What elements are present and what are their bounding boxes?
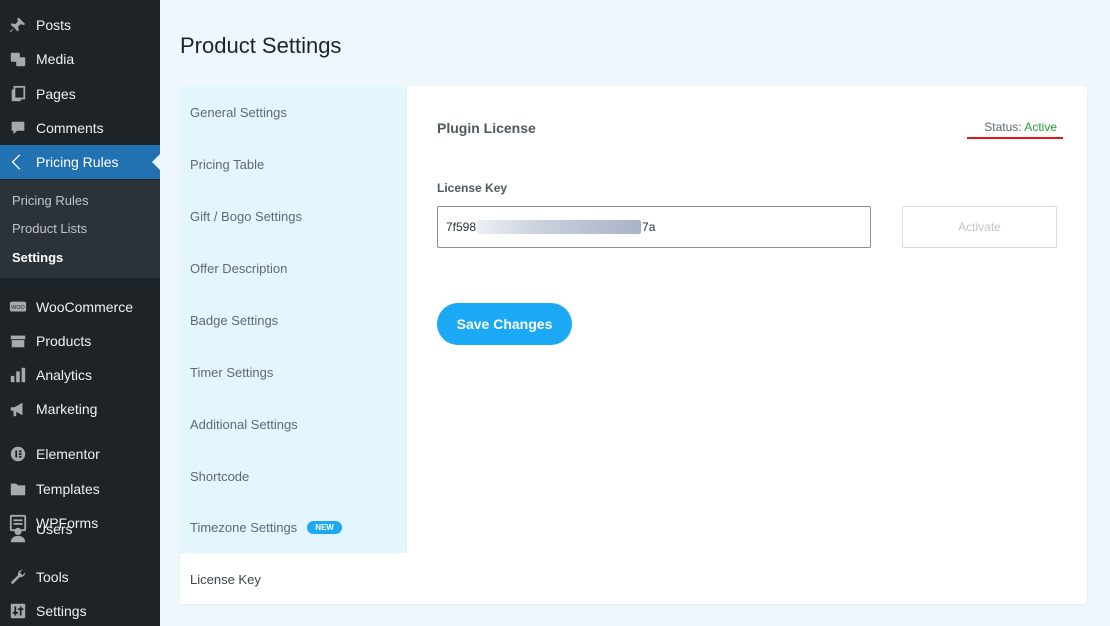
tab-additional-settings[interactable]: Additional Settings — [190, 417, 298, 432]
new-badge: NEW — [307, 521, 342, 534]
elementor-icon — [8, 444, 28, 464]
megaphone-icon — [8, 399, 28, 419]
save-changes-button[interactable]: Save Changes — [437, 303, 572, 345]
pages-icon — [8, 84, 28, 104]
comments-icon — [8, 118, 28, 138]
sidebar-item-woocommerce[interactable]: WOO WooCommerce — [0, 290, 160, 324]
status-label: Status: — [984, 120, 1022, 134]
section-heading: Plugin License — [437, 120, 536, 136]
status-badge: Active — [1024, 120, 1057, 134]
analytics-icon — [8, 365, 28, 385]
tab-gift-bogo-settings[interactable]: Gift / Bogo Settings — [190, 209, 302, 224]
users-icon — [8, 526, 28, 544]
admin-sidebar: Posts Media Pages Comments Pricing Rules… — [0, 0, 160, 626]
license-key-suffix: 7a — [642, 220, 656, 234]
sidebar-item-products[interactable]: Products — [0, 324, 160, 358]
woocommerce-icon: WOO — [8, 297, 28, 317]
svg-text:WOO: WOO — [11, 305, 24, 311]
sidebar-item-tools[interactable]: Tools — [0, 560, 160, 594]
media-icon — [8, 49, 28, 69]
sidebar-item-pages[interactable]: Pages — [0, 77, 160, 111]
settings-card: General Settings Pricing Table Gift / Bo… — [180, 86, 1087, 604]
submenu-item-pricing-rules[interactable]: Pricing Rules — [12, 193, 89, 208]
sidebar-item-label: Settings — [36, 603, 87, 619]
sidebar-item-label: Comments — [36, 120, 104, 136]
tab-pricing-table[interactable]: Pricing Table — [190, 157, 264, 172]
sidebar-item-analytics[interactable]: Analytics — [0, 358, 160, 392]
pricing-rules-submenu: Pricing Rules Product Lists Settings — [0, 180, 160, 278]
license-key-label: License Key — [437, 181, 508, 195]
wrench-icon — [8, 567, 28, 587]
sidebar-item-templates[interactable]: Templates — [0, 472, 160, 506]
sliders-icon — [8, 601, 28, 621]
license-key-redaction — [477, 220, 642, 234]
settings-tab-list: General Settings Pricing Table Gift / Bo… — [180, 86, 407, 553]
sidebar-item-media[interactable]: Media — [0, 42, 160, 76]
sidebar-item-pricing-rules[interactable]: Pricing Rules — [0, 145, 160, 179]
sidebar-item-posts[interactable]: Posts — [0, 8, 160, 42]
sidebar-item-label: Products — [36, 333, 92, 349]
sidebar-item-comments[interactable]: Comments — [0, 111, 160, 145]
license-status: Status: Active — [984, 120, 1057, 134]
sidebar-item-label: Users — [36, 526, 73, 537]
sidebar-item-label: Media — [36, 51, 75, 67]
sidebar-item-settings[interactable]: Settings — [0, 594, 160, 626]
sidebar-item-label: Analytics — [36, 367, 93, 383]
sidebar-item-label: Marketing — [36, 401, 98, 417]
tab-badge-settings[interactable]: Badge Settings — [190, 313, 278, 328]
tab-timezone-settings[interactable]: Timezone Settings NEW — [190, 520, 342, 535]
products-icon — [8, 331, 28, 351]
sidebar-item-label: Posts — [36, 17, 72, 33]
sidebar-item-label: Pricing Rules — [36, 154, 119, 170]
sidebar-item-elementor[interactable]: Elementor — [0, 437, 160, 471]
activate-button[interactable]: Activate — [902, 206, 1057, 248]
sidebar-item-label: Pages — [36, 86, 76, 102]
sidebar-item-label: Tools — [36, 569, 69, 585]
status-underline — [967, 137, 1063, 139]
sidebar-item-label: Templates — [36, 481, 100, 497]
tab-label: Timezone Settings — [190, 520, 298, 535]
license-key-input[interactable]: 7f598 7a — [437, 206, 871, 248]
sidebar-item-label: Elementor — [36, 446, 100, 462]
tab-license-key[interactable]: License Key — [190, 572, 261, 587]
pricing-rules-icon — [8, 152, 28, 172]
submenu-item-settings[interactable]: Settings — [12, 250, 63, 265]
sidebar-item-label: WooCommerce — [36, 299, 133, 315]
license-content: Plugin License Status: Active License Ke… — [437, 86, 1087, 604]
tab-timer-settings[interactable]: Timer Settings — [190, 365, 273, 380]
submenu-item-product-lists[interactable]: Product Lists — [12, 221, 87, 236]
page-title: Product Settings — [180, 33, 342, 58]
tab-license-key-active: License Key — [180, 553, 407, 604]
sidebar-item-marketing[interactable]: Marketing — [0, 392, 160, 426]
pin-icon — [8, 15, 28, 35]
sidebar-item-users[interactable]: Users — [0, 526, 160, 544]
folder-icon — [8, 479, 28, 499]
tab-shortcode[interactable]: Shortcode — [190, 469, 249, 484]
tab-offer-description[interactable]: Offer Description — [190, 261, 287, 276]
tab-general-settings[interactable]: General Settings — [190, 105, 287, 120]
license-key-prefix: 7f598 — [446, 220, 477, 234]
